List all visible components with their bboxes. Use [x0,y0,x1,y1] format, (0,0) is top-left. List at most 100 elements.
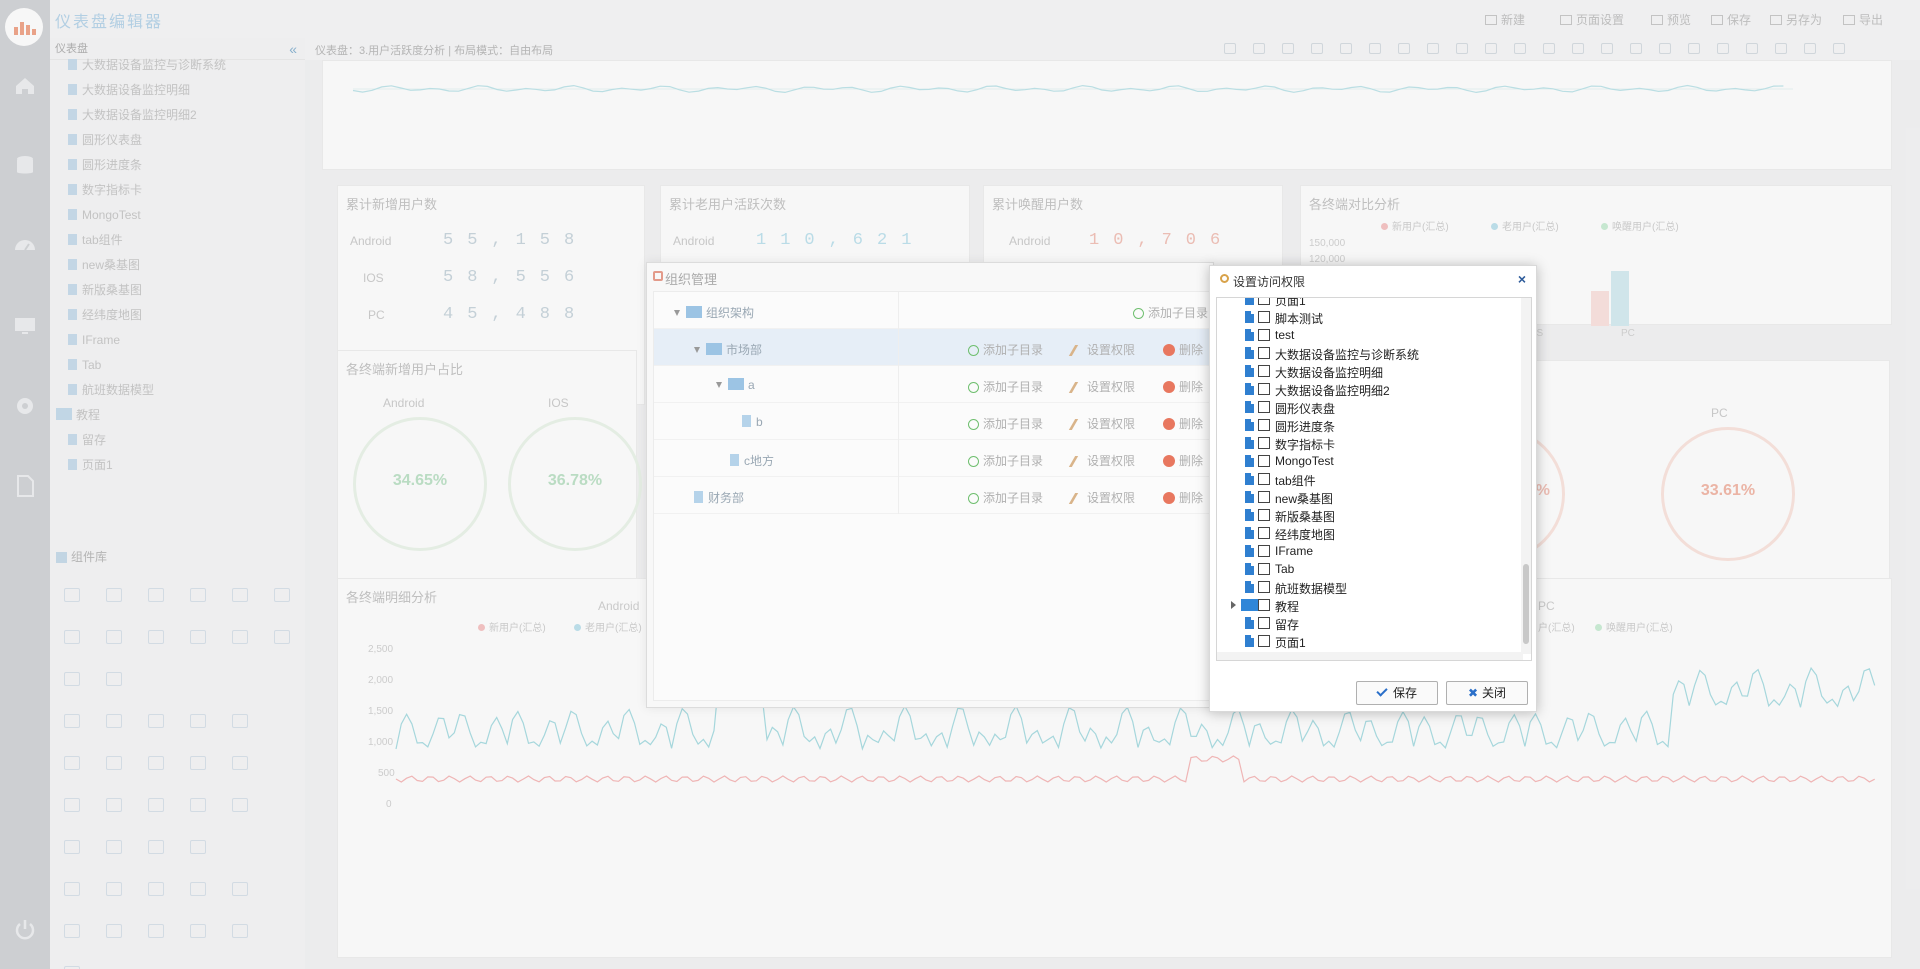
permission-checkbox[interactable] [1258,437,1270,449]
permission-checkbox[interactable] [1258,311,1270,323]
perm-tree-row[interactable]: test [1217,326,1517,344]
save-button[interactable]: 保存 [1356,681,1438,705]
perm-tree-row[interactable]: IFrame [1217,542,1517,560]
permission-checkbox[interactable] [1258,617,1270,629]
org-col-divider [898,477,899,514]
permission-checkbox[interactable] [1258,509,1270,521]
org-tree: 组织架构 添加子目录 市场部 添加子目录 设置权限 删除 a 添加子目录 设置权限 删除 b 添加… [653,291,1213,701]
delete-icon [1163,381,1175,393]
key-icon [1068,419,1087,430]
file-icon [1245,401,1254,413]
file-icon [694,491,703,503]
org-row-3[interactable]: b 添加子目录 设置权限 删除 [654,403,1212,440]
delete-label: 删除 [1179,343,1204,357]
set-permission-button[interactable]: 设置权限 [1068,341,1135,358]
org-root-add-button[interactable]: 添加子目录 [1133,304,1208,321]
perm-tree-row[interactable]: 大数据设备监控与诊断系统 [1217,344,1517,362]
permission-checkbox[interactable] [1258,635,1270,647]
perm-vertical-scrollbar[interactable] [1521,298,1531,654]
perm-tree-row[interactable]: 留存 [1217,614,1517,632]
permission-checkbox[interactable] [1258,383,1270,395]
add-subdir-label: 添加子目录 [983,343,1044,357]
permission-checkbox[interactable] [1258,527,1270,539]
org-col-divider [898,329,899,366]
perm-horizontal-scrollbar[interactable] [1217,652,1523,660]
perm-tree-row[interactable]: 教程 [1217,596,1517,614]
file-icon [1245,491,1254,503]
delete-icon [1163,344,1175,356]
delete-label: 删除 [1179,491,1204,505]
org-row-label: c地方 [744,454,775,468]
permission-checkbox[interactable] [1258,365,1270,377]
perm-tree-row[interactable]: new桑基图 [1217,488,1517,506]
permission-checkbox[interactable] [1258,455,1270,467]
folder-icon [706,343,722,355]
set-permission-button[interactable]: 设置权限 [1068,452,1135,469]
access-permission-dialog: 设置访问权限 × 页面1 脚本测试 test 大数据设备监控与诊断系统 大数据设备监控明… [1209,265,1537,712]
perm-tree-row[interactable]: MongoTest [1217,452,1517,470]
file-icon [1245,311,1254,323]
perm-item-label: test [1275,328,1295,342]
delete-button[interactable]: 删除 [1163,378,1203,395]
add-circle-icon [968,419,979,430]
set-permission-button[interactable]: 设置权限 [1068,489,1135,506]
set-permission-button[interactable]: 设置权限 [1068,415,1135,432]
add-subdir-button[interactable]: 添加子目录 [968,452,1043,469]
file-icon [730,454,739,466]
add-subdir-label: 添加子目录 [983,417,1044,431]
org-row-root[interactable]: 组织架构 添加子目录 [654,292,1212,329]
delete-button[interactable]: 删除 [1163,341,1203,358]
permission-checkbox[interactable] [1258,298,1270,305]
add-subdir-button[interactable]: 添加子目录 [968,341,1043,358]
org-row-name: c地方 [730,452,774,469]
perm-tree-row[interactable]: 数字指标卡 [1217,434,1517,452]
add-subdir-button[interactable]: 添加子目录 [968,378,1043,395]
perm-tree-row[interactable]: 页面1 [1217,632,1517,650]
perm-item-label: 航班数据模型 [1275,582,1348,596]
perm-tree-row[interactable]: 航班数据模型 [1217,578,1517,596]
close-button[interactable]: ✖ 关闭 [1446,681,1528,705]
expand-icon[interactable] [694,347,700,353]
permission-checkbox[interactable] [1258,491,1270,503]
org-row-label: 财务部 [708,491,745,505]
permission-checkbox[interactable] [1258,401,1270,413]
permission-checkbox[interactable] [1258,581,1270,593]
permission-checkbox[interactable] [1258,329,1270,341]
set-permission-button[interactable]: 设置权限 [1068,378,1135,395]
perm-tree-row[interactable]: tab组件 [1217,470,1517,488]
permission-checkbox[interactable] [1258,545,1270,557]
permission-checkbox[interactable] [1258,599,1270,611]
file-icon [1245,365,1254,377]
close-icon[interactable]: × [1518,271,1526,287]
add-subdir-button[interactable]: 添加子目录 [968,415,1043,432]
permission-checkbox[interactable] [1258,563,1270,575]
perm-tree-row[interactable]: 新版桑基图 [1217,506,1517,524]
expand-icon[interactable] [1231,601,1236,609]
add-subdir-button[interactable]: 添加子目录 [968,489,1043,506]
perm-scroll-thumb[interactable] [1523,564,1529,644]
close-x-icon: ✖ [1467,686,1479,700]
org-root-add-label: 添加子目录 [1148,306,1209,320]
delete-button[interactable]: 删除 [1163,452,1203,469]
permission-checkbox[interactable] [1258,347,1270,359]
perm-tree-row[interactable]: 脚本测试 [1217,308,1517,326]
delete-button[interactable]: 删除 [1163,489,1203,506]
org-dialog-title: 组织管理 [665,272,718,287]
perm-tree-row[interactable]: 大数据设备监控明细 [1217,362,1517,380]
perm-item-label: 圆形仪表盘 [1275,402,1336,416]
org-row-2[interactable]: a 添加子目录 设置权限 删除 [654,366,1212,403]
expand-icon[interactable] [674,310,680,316]
perm-tree-row[interactable]: 大数据设备监控明细2 [1217,380,1517,398]
perm-tree-row[interactable]: 经纬度地图 [1217,524,1517,542]
org-row-4[interactable]: c地方 添加子目录 设置权限 删除 [654,440,1212,477]
org-row-5[interactable]: 财务部 添加子目录 设置权限 删除 [654,477,1212,514]
perm-tree-row[interactable]: 圆形进度条 [1217,416,1517,434]
permission-checkbox[interactable] [1258,419,1270,431]
perm-tree-row[interactable]: Tab [1217,560,1517,578]
org-row-1[interactable]: 市场部 添加子目录 设置权限 删除 [654,329,1212,366]
delete-button[interactable]: 删除 [1163,415,1203,432]
expand-icon[interactable] [716,382,722,388]
permission-checkbox[interactable] [1258,473,1270,485]
perm-tree-row[interactable]: 圆形仪表盘 [1217,398,1517,416]
perm-tree-row[interactable]: 页面1 [1217,298,1517,308]
